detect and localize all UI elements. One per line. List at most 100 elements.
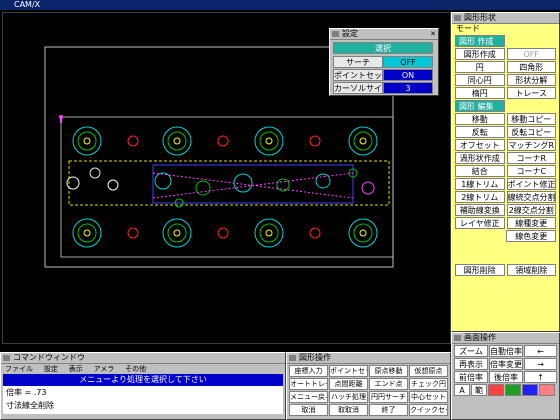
tool-button[interactable]: OFF [506,48,556,60]
grid-row: 結合 コーナC [455,165,556,177]
ops-button[interactable]: 中心セット [409,391,448,403]
pointset-toggle[interactable]: ON [383,69,433,81]
tool-button[interactable]: トレース [506,87,556,99]
ops-button[interactable]: 座標入力 [289,365,328,377]
ops-button[interactable]: メニュー戻る [289,391,328,403]
tool-button[interactable]: オフセット [455,139,505,151]
ops-button[interactable]: 取消 [289,404,328,416]
empty-cell [455,230,504,242]
zoom-readout: 倍率 = .73 [6,388,47,397]
select-header[interactable]: 選択 [333,42,433,54]
cursor-size-label: カーソルサイズ [333,82,383,94]
menu-view[interactable]: 表示 [69,364,83,374]
grid-row: メニュー戻る ハッチ処理 円円サーチ 中心セット [289,391,448,403]
display-panel-titlebar: 画面操作 [452,333,559,344]
ops-button[interactable]: 円円サーチ [369,391,408,403]
tool-button[interactable]: 移動コピー [506,113,556,125]
ops-button[interactable]: エンド点 [369,378,408,390]
view-button[interactable]: ↑ [524,371,557,383]
grid-row: 2線トリム 線続交点分割 [455,191,556,203]
ops-button[interactable]: ポイントセット [329,365,368,377]
tool-button[interactable]: 線色変更 [506,230,556,242]
menu-settings[interactable]: 設定 [44,364,58,374]
tool-button[interactable]: 補助線変換 [455,204,505,216]
cursor-size-value[interactable]: 3 [383,82,433,94]
tool-button[interactable]: 結合 [455,165,505,177]
grid-row: 取消取取消終了クイックセーブ [289,404,448,416]
ops-button[interactable]: オートトレース [289,378,328,390]
grid-row: 補助線変換 2線交点分割 [455,204,556,216]
tool-button[interactable]: 線種変更 [506,217,556,229]
tool-button[interactable]: 形状分解 [506,74,556,86]
command-window-titlebar: コマンドウィンドウ [1,353,285,364]
quick-icon-button[interactable] [522,384,538,396]
section-edit[interactable]: 図形 編集 [455,100,505,112]
tool-button[interactable]: 渦形状作成 [455,152,505,164]
quick-icon-button[interactable] [505,384,521,396]
app-title: CAM/X [14,0,41,9]
search-toggle[interactable]: OFF [383,56,433,68]
display-panel: 画面操作 ズーム 自動倍率 ← 再表示 倍率変更 → 前倍率 後倍率 ↑ A 範 [451,332,560,420]
close-icon[interactable]: ✕ [430,29,436,39]
menu-file[interactable]: ファイル [5,364,33,374]
grid-row: 渦形状作成 コーナR [455,152,556,164]
tool-button[interactable]: 線続交点分割 [506,191,556,203]
tool-button[interactable]: コーナC [506,165,556,177]
quick-icon-button[interactable] [488,384,504,396]
ops-button[interactable]: 終了 [369,404,408,416]
create-grid: 図形作成 OFF 円四角形 同心円 形状分解 楕円 トレース [452,48,559,99]
ops-button[interactable]: クイックセーブ [409,404,448,416]
grid-row: 線色変更 [455,230,556,242]
view-button[interactable]: 再表示 [454,358,488,370]
view-button[interactable]: 後倍率 [489,371,523,383]
quick-icon-button[interactable] [539,384,555,396]
tool-button[interactable]: レイヤ修正 [455,217,505,229]
ops-button[interactable]: 原点移動 [369,365,408,377]
ops-button[interactable]: 仮想原点 [409,365,448,377]
tool-button[interactable]: 反転 [455,126,505,138]
delete-shape-button[interactable]: 図形削除 [455,264,505,276]
command-output[interactable]: 倍率 = .73 寸法線全削除 [3,386,283,414]
grid-row: ズーム 自動倍率 ← [454,345,557,357]
ops-button[interactable]: ハッチ処理 [329,391,368,403]
ops-grid: 座標入力ポイントセット原点移動仮想原点オートトレース点間距離エンド点チェック円メ… [287,365,450,416]
menu-other[interactable]: その他 [125,364,146,374]
command-prompt: メニューより処理を選択して下さい [3,374,283,386]
grid-row: オートトレース点間距離エンド点チェック円 [289,378,448,390]
tool-button[interactable]: マッチングR [506,139,556,151]
tool-button[interactable]: 楕円 [455,87,505,99]
quick-icon-button[interactable]: 範 [471,384,487,396]
tool-button[interactable]: コーナR [506,152,556,164]
quick-icon-button[interactable]: A [454,384,470,396]
view-button[interactable]: 自動倍率 [489,345,523,357]
tool-button[interactable]: 円 [455,61,505,73]
view-button[interactable]: 倍率変更 [489,358,523,370]
tool-button[interactable]: 同心円 [455,74,505,86]
menu-camera[interactable]: アメラ [94,364,115,374]
edit-grid: 移動 移動コピー 反転 反転コピー オフセット マッチングR 渦形状作成 コーナR 結合 コーナC… [452,113,559,242]
shape-panel: 図形形状 モード 図形 作成 図形作成 OFF 円四角形 同心円 形状分解 楕円 トレース … [451,12,560,332]
tool-button[interactable]: 四角形 [506,61,556,73]
grid-row: 反転 反転コピー [455,126,556,138]
tool-button[interactable]: 移動 [455,113,505,125]
view-button[interactable]: → [524,358,557,370]
tool-button[interactable]: ポイント修正 [506,178,556,190]
ops-button[interactable]: 点間距離 [329,378,368,390]
tool-button[interactable]: 反転コピー [506,126,556,138]
delete-area-button[interactable]: 領域削除 [506,264,556,276]
ops-button[interactable]: チェック円 [409,378,448,390]
ops-button[interactable]: 取取消 [329,404,368,416]
display-grid: ズーム 自動倍率 ← 再表示 倍率変更 → 前倍率 後倍率 ↑ A 範 [452,345,559,396]
view-button[interactable]: ← [524,345,557,357]
setting-popup: 設定 ✕ 選択 サーチ OFF ポイントセット ON カーソルサイズ 3 [329,28,439,96]
view-button[interactable]: 前倍率 [454,371,488,383]
tool-button[interactable]: 2線交点分割 [506,204,556,216]
ops-panel: 図形操作 座標入力ポイントセット原点移動仮想原点オートトレース点間距離エンド点チ… [286,352,451,420]
tool-button[interactable]: 1線トリム [455,178,505,190]
last-command: 寸法線全削除 [6,401,54,410]
section-create[interactable]: 図形 作成 [455,35,505,47]
tool-button[interactable]: 図形作成 [455,48,505,60]
pointset-label: ポイントセット [333,69,383,81]
tool-button[interactable]: 2線トリム [455,191,505,203]
view-button[interactable]: ズーム [454,345,488,357]
